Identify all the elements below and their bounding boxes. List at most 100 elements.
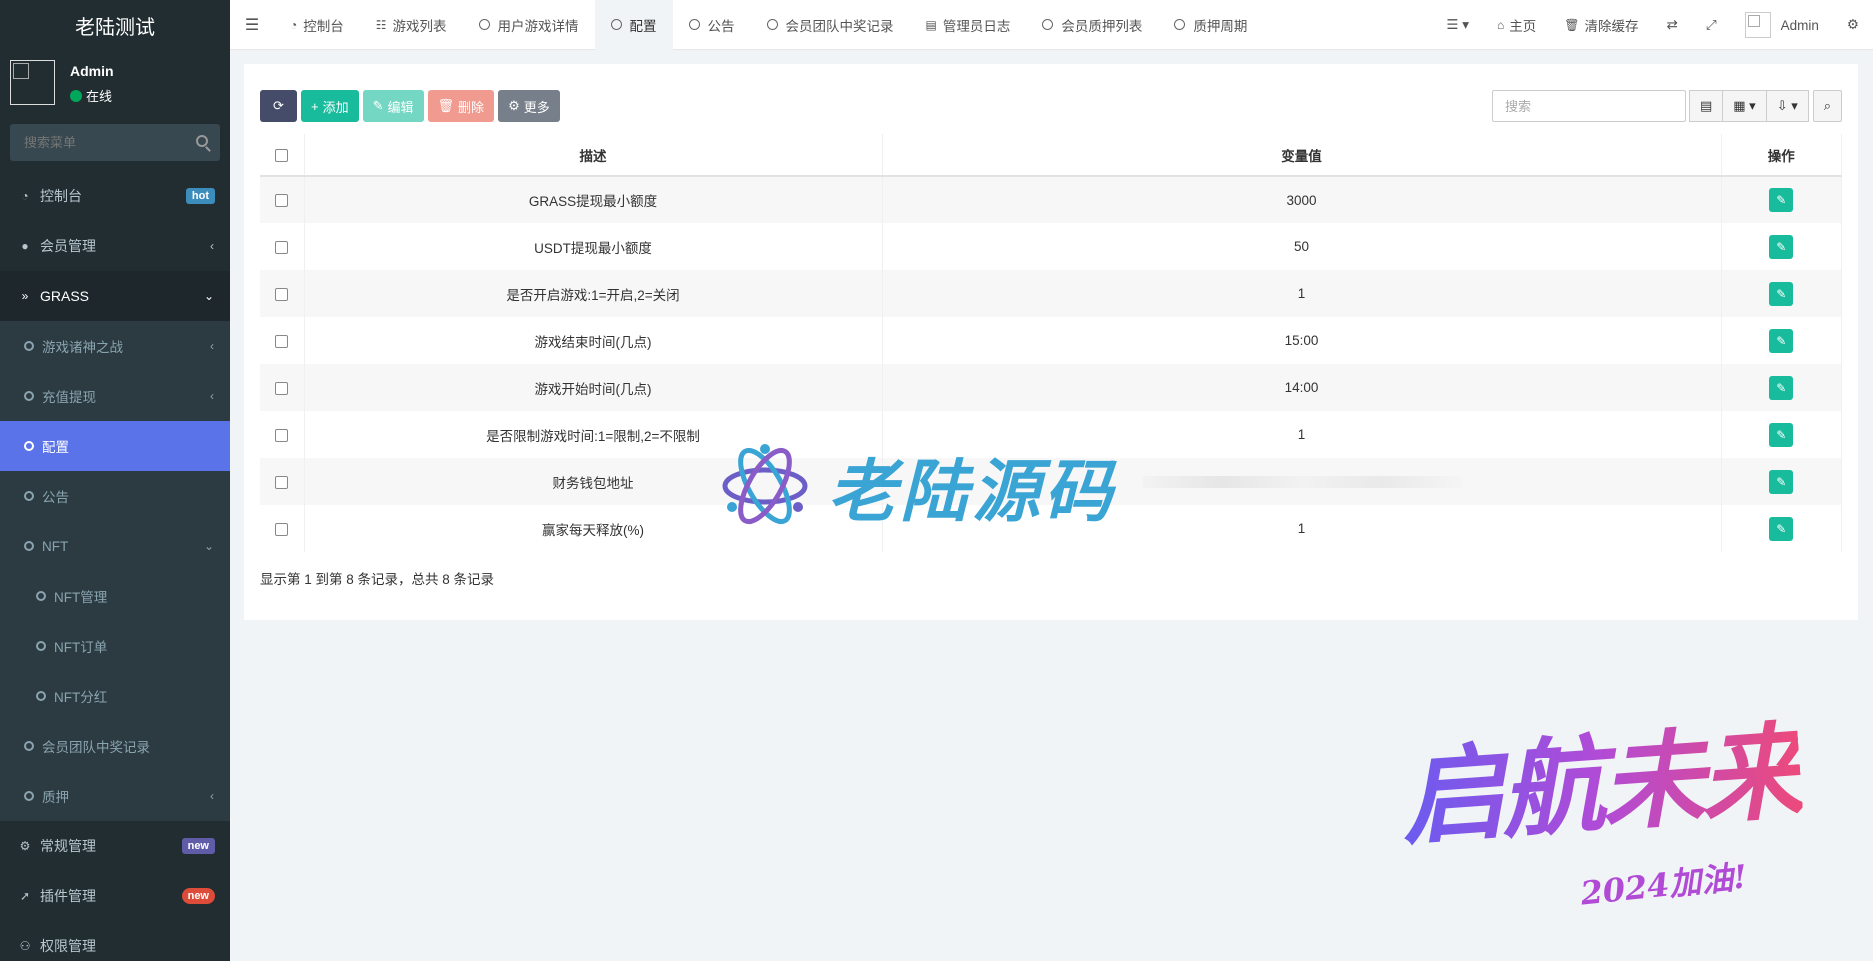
sidebar-item-plugins[interactable]: ➚ 插件管理 new [0,871,230,921]
sidebar: 老陆测试 Admin 在线 ◔ 控制台 hot ● 会员管理 ‹ » GRASS… [0,0,230,961]
tab-pledge-list[interactable]: 会员质押列表 [1026,0,1158,50]
row-checkbox[interactable] [275,475,289,489]
tab-config[interactable]: 配置 [594,0,673,50]
chevron-down-icon: ⌄ [203,539,214,553]
circle-icon [24,441,34,451]
row-edit-button[interactable]: ✎ [1769,281,1794,306]
columns-button[interactable]: ▦ ▾ [1722,90,1767,122]
admin-name: Admin [1780,17,1819,33]
tab-label: 游戏列表 [392,18,447,34]
language-icon: ⇄ [1666,17,1678,32]
table-row: USDT提现最小额度 50 ✎ [260,223,1842,270]
clear-cache-button[interactable]: 🗑 清除缓存 [1550,0,1652,50]
sidebar-item-grass[interactable]: » GRASS ⌄ [0,271,230,321]
row-edit-button[interactable]: ✎ [1769,375,1794,400]
tab-pledge-cycle[interactable]: 质押周期 [1158,0,1263,50]
row-edit-button[interactable]: ✎ [1769,516,1794,541]
row-edit-button[interactable]: ✎ [1769,188,1794,212]
row-checkbox[interactable] [275,240,289,254]
search-button[interactable]: ⌕ [1812,90,1842,122]
toggle-view-button[interactable]: ▤ [1688,90,1724,122]
sidebar-item-config[interactable]: 配置 [0,421,230,471]
row-desc: 是否开启游戏:1=开启,2=关闭 [304,270,883,317]
refresh-button[interactable]: ⟳ [260,90,297,122]
row-checkbox[interactable] [275,334,289,348]
circle-icon [24,391,34,401]
tab-dropdown[interactable]: ☰ ▾ [1432,0,1483,50]
tab-game-list[interactable]: ☷ 游戏列表 [360,0,463,50]
home-link[interactable]: ⌂ 主页 [1483,0,1550,50]
sidebar-item-nft[interactable]: NFT ⌄ [0,521,230,571]
tab-label: 会员质押列表 [1061,18,1143,34]
sidebar-item-members[interactable]: ● 会员管理 ‹ [0,221,230,271]
export-button[interactable]: ⇩ ▾ [1765,90,1809,122]
sidebar-item-nft-manage[interactable]: NFT管理 [0,571,230,621]
sidebar-item-general[interactable]: ⚙ 常规管理 new [0,821,230,871]
fullscreen-button[interactable]: ⤢ [1692,0,1731,50]
tab-user-game-detail[interactable]: 用户游戏详情 [463,0,595,50]
toolbar: ⟳ + 添加 ✎ 编辑 🗑 删除 ⚙ 更多 [260,90,560,122]
admin-menu[interactable]: Admin [1731,0,1833,50]
tab-label: 会员团队中奖记录 [785,18,894,34]
sidebar-item-nft-dividend[interactable]: NFT分红 [0,671,230,721]
sidebar-item-nft-order[interactable]: NFT订单 [0,621,230,671]
row-edit-button[interactable]: ✎ [1769,422,1794,447]
column-header-value[interactable]: 变量值 [882,134,1722,177]
row-edit-button[interactable]: ✎ [1769,469,1794,494]
trash-icon: 🗑 [1564,18,1580,32]
add-label: 添加 [322,99,349,115]
user-circle-icon: ● [21,239,29,253]
tab-notice[interactable]: 公告 [673,0,751,50]
tab-label: 公告 [707,18,735,34]
sidebar-search-input[interactable] [10,124,220,161]
language-button[interactable]: ⇄ [1653,0,1692,50]
search-icon[interactable] [196,135,208,147]
sidebar-item-label: 会员团队中奖记录 [42,740,150,755]
more-button[interactable]: ⚙ 更多 [498,90,560,122]
row-desc: 游戏开始时间(几点) [304,364,883,411]
row-checkbox[interactable] [275,522,289,536]
circle-icon [24,491,34,501]
toolbar-right: ▤ ▦ ▾ ⇩ ▾ ⌕ [1491,90,1842,122]
tab-team-award[interactable]: 会员团队中奖记录 [751,0,910,50]
sidebar-item-dashboard[interactable]: ◔ 控制台 hot [0,171,230,221]
sidebar-item-game[interactable]: 游戏诸神之战 ‹ [0,321,230,371]
table-search-input[interactable] [1491,90,1686,122]
sidebar-item-notice[interactable]: 公告 [0,471,230,521]
sidebar-item-auth[interactable]: ⚇ 权限管理 [0,921,230,961]
sidebar-item-pledge[interactable]: 质押 ‹ [0,771,230,821]
row-checkbox[interactable] [275,194,289,208]
delete-button[interactable]: 🗑 删除 [427,90,495,122]
view-button-group: ▤ ▦ ▾ ⇩ ▾ [1688,90,1809,122]
new-badge: new [181,888,215,904]
row-edit-button[interactable]: ✎ [1769,328,1794,353]
main-content: ⟳ + 添加 ✎ 编辑 🗑 删除 ⚙ 更多 ▤ ▦ ▾ [230,50,1873,961]
sidebar-item-recharge[interactable]: 充值提现 ‹ [0,371,230,421]
row-checkbox[interactable] [275,381,289,395]
sidebar-menu: ◔ 控制台 hot ● 会员管理 ‹ » GRASS ⌄ 游戏诸神之战 ‹ 充值… [0,171,230,961]
tab-admin-log[interactable]: ▤ 管理员日志 [910,0,1027,50]
column-header-desc[interactable]: 描述 [304,134,883,177]
sidebar-item-team-award[interactable]: 会员团队中奖记录 [0,721,230,771]
sidebar-item-label: GRASS [40,288,90,304]
chevron-left-icon: ‹ [210,389,214,403]
select-all-checkbox[interactable] [275,148,289,162]
add-button[interactable]: + 添加 [301,90,359,122]
sidebar-item-label: 配置 [42,440,69,455]
row-edit-button[interactable]: ✎ [1769,234,1794,259]
list-icon: ☰ ▾ [1446,17,1470,32]
avatar [1744,12,1771,38]
menu-toggle-icon[interactable]: ☰ [230,0,274,50]
settings-button[interactable]: ⚙ [1833,0,1873,50]
row-checkbox[interactable] [275,287,289,301]
config-panel: ⟳ + 添加 ✎ 编辑 🗑 删除 ⚙ 更多 ▤ ▦ ▾ [244,64,1858,620]
row-checkbox[interactable] [275,428,289,442]
circle-icon [36,641,46,651]
sidebar-search [10,124,220,161]
edit-button[interactable]: ✎ 编辑 [362,90,424,122]
tab-dashboard[interactable]: ◔ 控制台 [274,0,360,50]
blurred-value [1141,476,1462,489]
app-logo[interactable]: 老陆测试 [0,0,230,50]
sidebar-item-label: 插件管理 [40,888,96,904]
table-row: 游戏开始时间(几点) 14:00 ✎ [260,364,1842,411]
